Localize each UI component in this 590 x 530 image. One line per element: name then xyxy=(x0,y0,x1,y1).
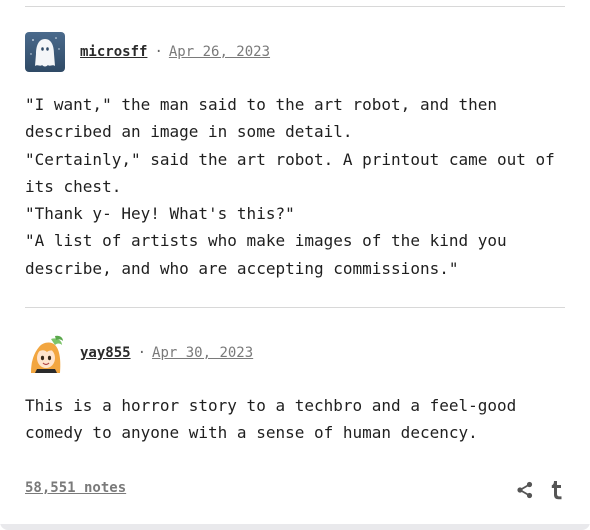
post-paragraph: This is a horror story to a techbro and … xyxy=(25,396,526,443)
tumblr-icon[interactable] xyxy=(548,480,566,500)
post-body-2: This is a horror story to a techbro and … xyxy=(25,392,565,447)
reblog-thread: microsff · Apr 26, 2023 "I want," the ma… xyxy=(0,0,590,530)
post-paragraph: "Certainly," said the art robot. A print… xyxy=(25,149,565,196)
post-body-1: "I want," the man said to the art robot,… xyxy=(25,91,565,282)
anime-character-avatar-icon[interactable] xyxy=(25,333,65,373)
post-header-1: microsff · Apr 26, 2023 xyxy=(25,32,270,72)
username-link[interactable]: microsff xyxy=(80,44,147,60)
post-header-2: yay855 · Apr 30, 2023 xyxy=(25,333,253,373)
post-divider xyxy=(25,307,565,308)
post-date-link[interactable]: Apr 30, 2023 xyxy=(152,345,253,361)
post-actions xyxy=(516,480,566,500)
top-divider xyxy=(25,6,565,7)
post-paragraph: "Thank y- Hey! What's this?" xyxy=(25,204,295,224)
notes-count-link[interactable]: 58,551 notes xyxy=(25,480,126,496)
meta-separator: · xyxy=(154,44,163,60)
post-date-link[interactable]: Apr 26, 2023 xyxy=(169,44,270,60)
post-paragraph: "A list of artists who make images of th… xyxy=(25,231,517,278)
meta-separator: · xyxy=(137,345,147,361)
card-bottom-edge xyxy=(0,524,590,530)
ghost-avatar-icon[interactable] xyxy=(25,32,65,72)
share-icon[interactable] xyxy=(516,480,534,500)
username-link[interactable]: yay855 xyxy=(80,345,131,361)
post-paragraph: "I want," the man said to the art robot,… xyxy=(25,95,507,142)
